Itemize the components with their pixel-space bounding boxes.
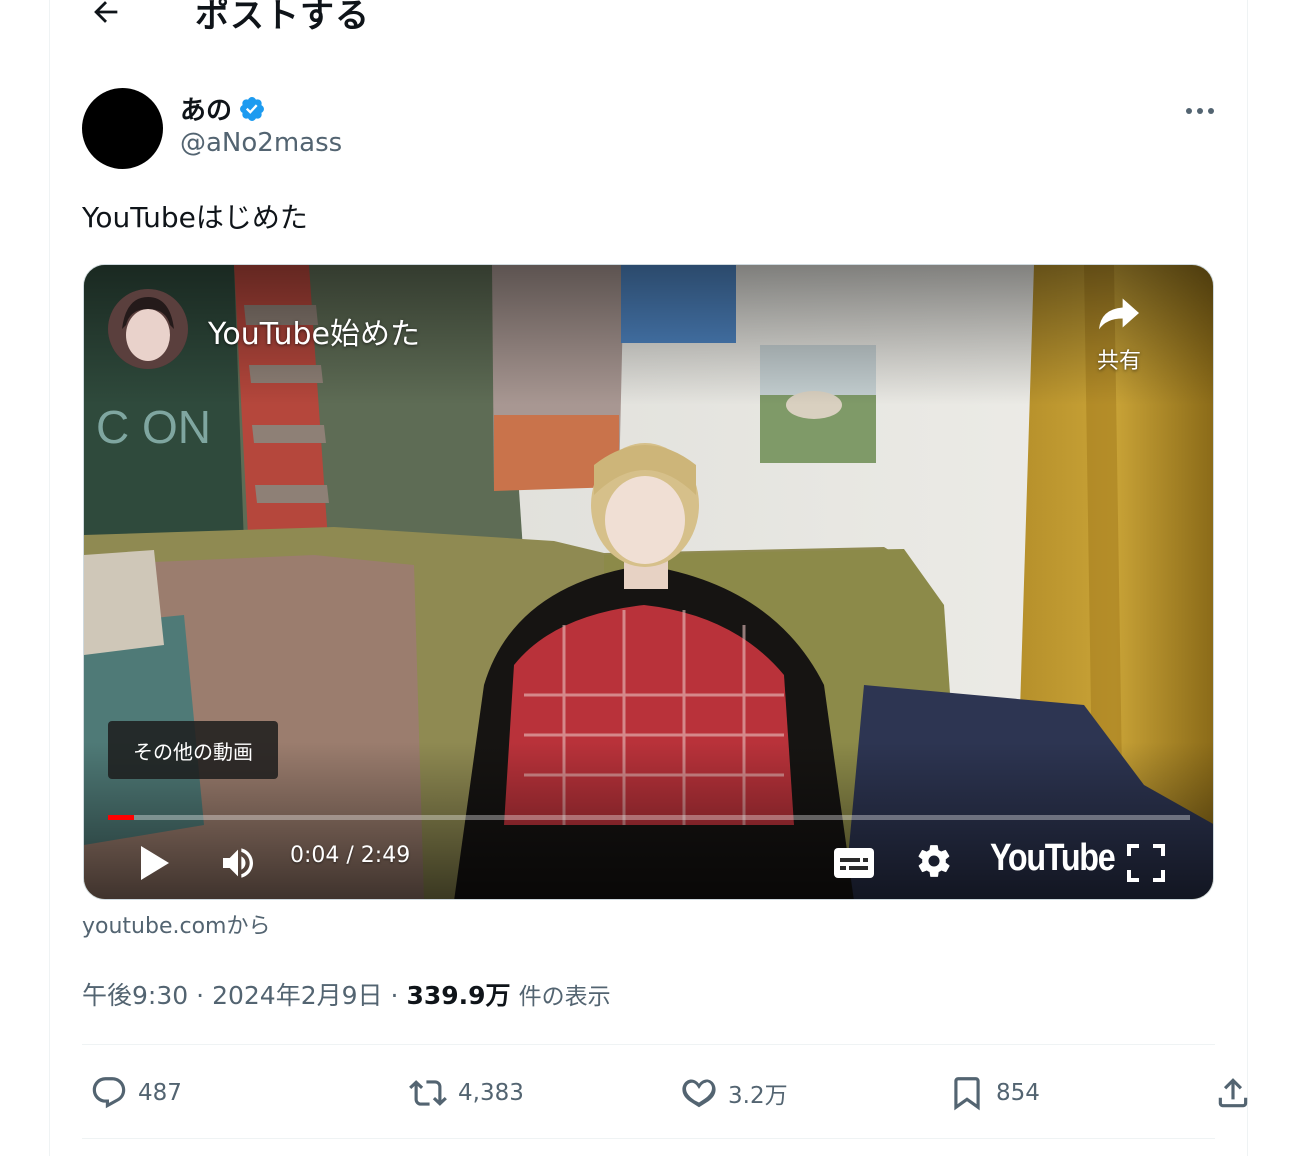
- view-count: 339.9万: [406, 981, 511, 1010]
- post-text: YouTubeはじめた: [82, 201, 308, 234]
- volume-button[interactable]: [214, 841, 262, 885]
- author-name-row[interactable]: あの: [180, 90, 266, 127]
- upload-share-icon: [1218, 1078, 1248, 1108]
- like-count: 3.2万: [728, 1083, 788, 1109]
- play-button[interactable]: [132, 841, 176, 885]
- arrow-left-icon: [94, 1, 118, 23]
- bookmark-button[interactable]: 854: [948, 1066, 1040, 1120]
- post-meta: 午後9:30 · 2024年2月9日 · 339.9万 件の表示: [82, 976, 611, 1012]
- post-column: ポストする あの @aNo2mass YouTubeはじめた YouTube始め…: [49, 0, 1248, 1156]
- video-progress-fill: [108, 815, 134, 820]
- subtitles-icon: [834, 848, 874, 878]
- divider: [82, 1044, 1215, 1045]
- top-bar: ポストする: [50, 0, 1247, 40]
- meta-separator: ·: [390, 981, 399, 1010]
- verified-badge-icon: [240, 96, 264, 121]
- video-progress-bar[interactable]: [108, 815, 1190, 820]
- more-dots-icon: [1186, 108, 1214, 114]
- link-source[interactable]: youtube.comから: [82, 908, 270, 940]
- video-time: 0:04 / 2:49: [290, 843, 411, 868]
- youtube-logo[interactable]: YouTube: [990, 837, 1116, 880]
- player-controls: 0:04 / 2:49 YouTube: [84, 825, 1213, 899]
- action-bar: 487 4,383 3.2万 854: [82, 1066, 1248, 1120]
- post-time[interactable]: 午後9:30: [82, 976, 188, 1012]
- meta-separator: ·: [196, 981, 205, 1010]
- avatar[interactable]: [82, 88, 163, 169]
- subtitles-button[interactable]: [832, 841, 876, 885]
- share-icon: [1099, 298, 1139, 330]
- share-label: 共有: [1096, 349, 1141, 374]
- bookmark-count: 854: [996, 1080, 1040, 1106]
- reply-button[interactable]: 487: [90, 1066, 182, 1120]
- repost-button[interactable]: 4,383: [408, 1066, 524, 1120]
- divider: [82, 1138, 1215, 1139]
- video-thumbnail: C ON: [84, 265, 1213, 899]
- volume-icon: [223, 848, 253, 878]
- view-count-label: 件の表示: [518, 984, 611, 1010]
- video-title[interactable]: YouTube始めた: [208, 309, 420, 353]
- like-button[interactable]: 3.2万: [680, 1066, 788, 1120]
- channel-avatar-image: [108, 289, 188, 369]
- share-post-button[interactable]: [1214, 1066, 1252, 1120]
- page-title: ポストする: [195, 0, 370, 36]
- gear-icon: [918, 845, 950, 877]
- reply-count: 487: [138, 1080, 182, 1106]
- back-button[interactable]: [86, 0, 126, 32]
- play-icon: [141, 846, 169, 880]
- heart-icon: [682, 1079, 716, 1108]
- post-date[interactable]: 2024年2月9日: [212, 976, 382, 1012]
- reply-icon: [92, 1077, 126, 1109]
- share-button[interactable]: 共有: [1084, 293, 1154, 383]
- author-name[interactable]: あの: [180, 90, 232, 127]
- more-videos-button[interactable]: その他の動画: [108, 721, 278, 779]
- video-embed[interactable]: C ON: [83, 264, 1214, 900]
- settings-button[interactable]: [912, 839, 956, 883]
- author-handle[interactable]: @aNo2mass: [180, 128, 342, 158]
- channel-avatar[interactable]: [108, 289, 188, 369]
- more-options-button[interactable]: [1180, 96, 1220, 126]
- bookmark-icon: [954, 1077, 980, 1111]
- fullscreen-button[interactable]: [1124, 841, 1168, 885]
- repost-icon: [409, 1080, 447, 1106]
- fullscreen-icon: [1127, 844, 1165, 882]
- repost-count: 4,383: [458, 1080, 524, 1106]
